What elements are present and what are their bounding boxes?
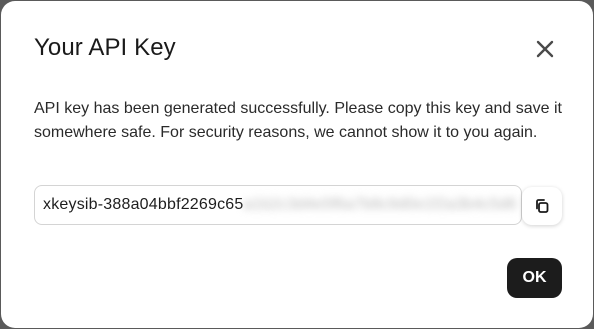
close-button[interactable] [531, 35, 559, 63]
ok-button[interactable]: OK [507, 258, 562, 298]
api-key-dialog: Your API Key API key has been generated … [1, 1, 593, 328]
copy-icon [536, 199, 549, 213]
api-key-field[interactable]: xkeysib-388a04bbf2269c65 a1b2c3d4e5f6a7b… [34, 185, 522, 225]
api-key-masked-text: a1b2c3d4e5f6a7b8c9d0e1f2a3b4c5d6 [243, 196, 517, 213]
close-icon [536, 40, 554, 58]
dialog-message: API key has been generated successfully.… [34, 100, 562, 141]
dialog-title: Your API Key [34, 34, 176, 61]
copy-button[interactable] [522, 187, 562, 225]
api-key-visible-text: xkeysib-388a04bbf2269c65 [43, 196, 244, 213]
